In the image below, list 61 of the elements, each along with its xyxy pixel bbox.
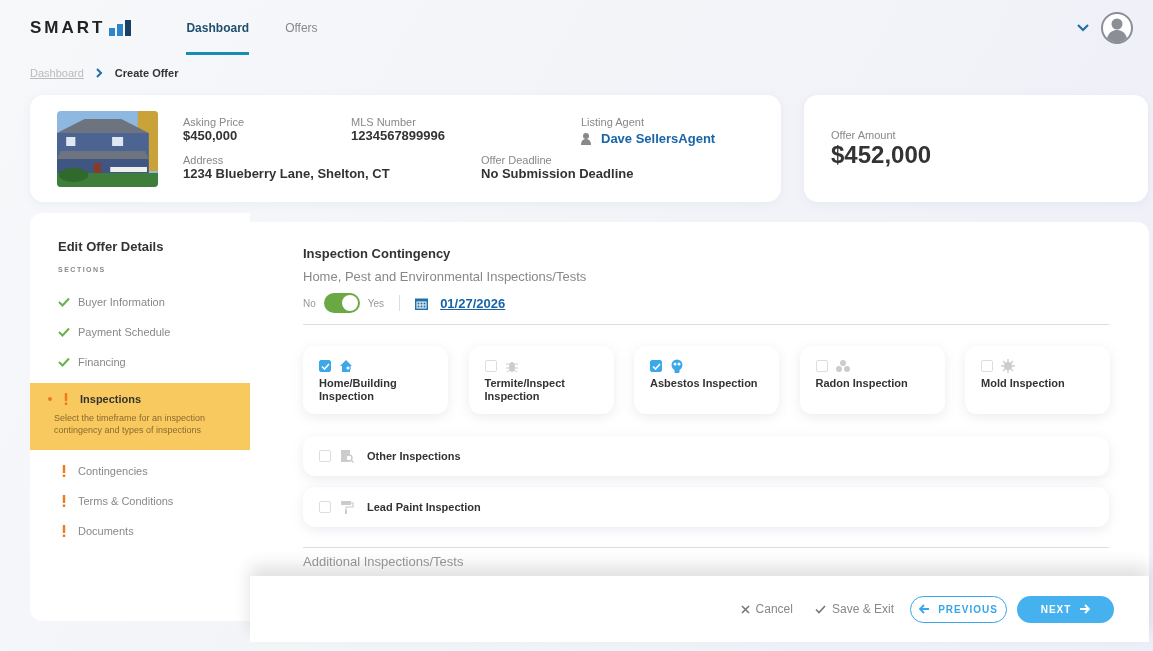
inspection-card[interactable]: Mold Inspection: [965, 346, 1110, 414]
section-subtitle: Home, Pest and Environmental Inspections/Tests: [303, 269, 588, 284]
breadcrumb-current: Create Offer: [114, 67, 179, 79]
check-icon: [58, 297, 70, 307]
checkbox[interactable]: [319, 360, 331, 372]
toggle-on-label: Yes: [367, 297, 385, 309]
radiation-icon: [835, 359, 850, 373]
field-label: Address: [183, 154, 225, 166]
section-heading: Additional Inspections/Tests: [303, 554, 465, 569]
inspection-card[interactable]: Home/Building Inspection: [303, 346, 448, 414]
nav-tab[interactable]: Dashboard: [186, 0, 250, 55]
offer-label: Offer Amount: [831, 128, 897, 141]
date-link[interactable]: 01/27/2026: [440, 295, 506, 311]
field-label: Offer Deadline: [481, 154, 553, 166]
bug-icon: [504, 359, 519, 373]
check-icon: [58, 327, 70, 337]
field-label: Listing Agent: [581, 116, 645, 128]
document-search-icon: [340, 449, 354, 463]
toggle-off-label: No: [303, 297, 316, 309]
offer-amount: $452,000: [831, 140, 933, 169]
house-icon: [339, 359, 353, 373]
inspection-card[interactable]: Asbestos Inspection: [634, 346, 779, 414]
sidebar-item[interactable]: Documents: [30, 516, 250, 546]
field-value: No Submission Deadline: [481, 166, 635, 181]
spore-icon: [1001, 359, 1015, 373]
sidebar-item[interactable]: Buyer Information: [30, 287, 250, 317]
checkbox[interactable]: [650, 360, 662, 372]
chevron-right-icon: [95, 68, 103, 78]
field-value: $450,000: [183, 128, 239, 143]
calendar-icon[interactable]: [415, 296, 429, 310]
gas-mask-icon: [670, 359, 684, 373]
sidebar-item[interactable]: Financing: [30, 347, 250, 377]
inspection-row[interactable]: Lead Paint Inspection: [303, 487, 1109, 527]
section-title: Inspection Contingency: [303, 246, 452, 261]
agent-link[interactable]: Dave SellersAgent: [601, 131, 716, 146]
person-icon: [581, 132, 591, 145]
field-label: MLS Number: [351, 116, 417, 128]
arrow-left-icon: [919, 604, 931, 614]
paint-roller-icon: [340, 500, 354, 514]
sidebar-item[interactable]: Payment Schedule: [30, 317, 250, 347]
close-icon: [740, 604, 750, 614]
chevron-down-icon[interactable]: [1077, 23, 1089, 32]
check-icon: [58, 357, 70, 367]
sidebar-item[interactable]: Inspections Select the timeframe for an inspection contingency and types of inspections: [30, 383, 250, 450]
field-label: Asking Price: [183, 116, 246, 128]
check-icon: [814, 604, 826, 614]
sidebar-title: Edit Offer Details: [58, 239, 165, 254]
inspection-card[interactable]: Termite/Inspect Inspection: [468, 346, 614, 414]
arrow-right-icon: [1079, 604, 1091, 614]
sidebar-item[interactable]: Terms & Conditions: [30, 486, 250, 516]
cancel-button[interactable]: Cancel: [734, 596, 799, 622]
logo[interactable]: SMART: [30, 17, 132, 38]
sidebar-item[interactable]: Contingencies: [30, 456, 250, 486]
toggle-switch[interactable]: [323, 293, 360, 313]
inspection-card[interactable]: Radon Inspection: [799, 346, 945, 414]
save-exit-button[interactable]: Save & Exit: [808, 596, 900, 622]
inspection-row[interactable]: Other Inspections: [303, 436, 1109, 476]
field-value: 1234 Blueberry Lane, Shelton, CT: [183, 166, 391, 181]
avatar-icon[interactable]: [1101, 11, 1133, 44]
field-value: 1234567899996: [351, 128, 446, 143]
nav-tab[interactable]: Offers: [285, 0, 318, 55]
